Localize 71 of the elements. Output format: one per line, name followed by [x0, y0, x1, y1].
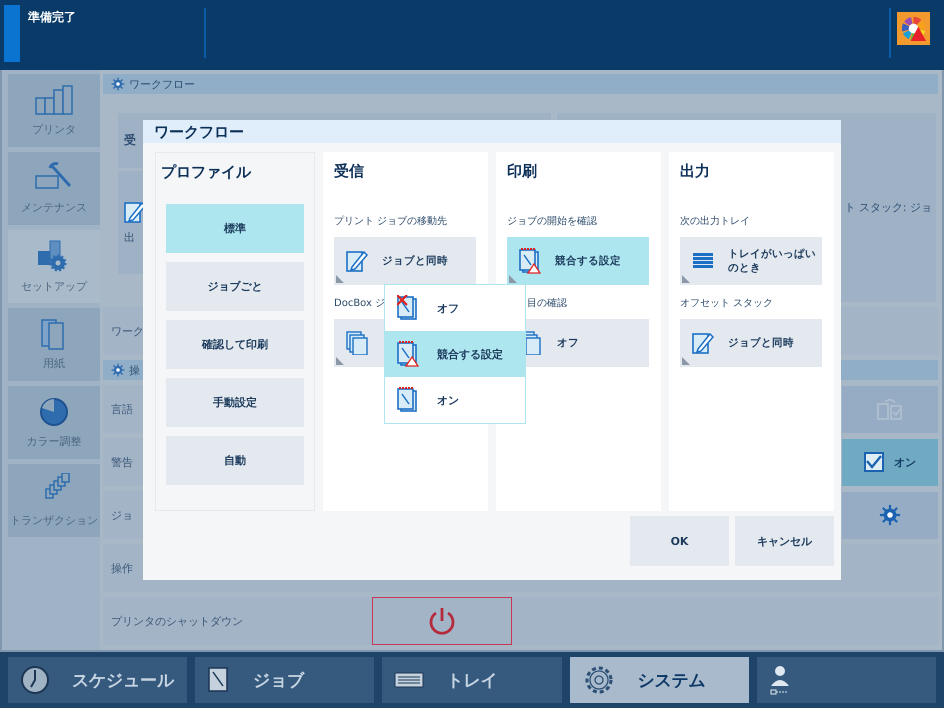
tile-label: ト スタック: ジョ [844, 200, 932, 215]
tile-title: 受 [124, 132, 136, 149]
row-label: 警告 [111, 454, 133, 470]
nav-tab[interactable]: トレイ [382, 657, 562, 703]
control-tile[interactable] [842, 386, 938, 432]
profile-button[interactable]: 自動 [166, 436, 304, 485]
setting-label: 次の出力トレイ [680, 214, 750, 229]
workflow-icon [111, 77, 125, 91]
setting-button[interactable]: ジョブと同時 [334, 237, 476, 285]
panel-heading: プロファイル [161, 162, 252, 183]
profile-button[interactable]: 手動設定 [166, 378, 304, 427]
corner-triangle-icon [509, 275, 517, 283]
nav-tab[interactable]: ジョブ [195, 657, 374, 703]
copy-check-icon [877, 397, 903, 421]
pencil-document-icon [692, 331, 714, 355]
power-icon [427, 606, 457, 636]
setting-button[interactable]: 競合する設定 [507, 237, 649, 285]
checkbox-toggle[interactable]: オン [842, 438, 938, 486]
menu-item[interactable]: 競合する設定 [385, 331, 525, 377]
tray-icon [692, 251, 714, 271]
user-key-icon [768, 664, 791, 696]
row-label: ジョ [111, 508, 133, 522]
setting-button[interactable]: ジョブと同時 [680, 319, 822, 367]
settings-button[interactable] [842, 492, 938, 538]
power-button[interactable] [372, 597, 512, 645]
profile-button[interactable]: 確認して印刷 [166, 320, 304, 369]
checkbox[interactable] [864, 452, 884, 472]
profile-button[interactable]: ジョブごと [166, 262, 304, 311]
dialog-button[interactable]: キャンセル [735, 516, 834, 566]
setting-label: 目の確認 [527, 296, 567, 311]
section-title: 操 [129, 362, 140, 378]
settings-icon [879, 504, 901, 526]
row-label: ワーク [111, 324, 144, 338]
crossed-document-icon [397, 295, 419, 321]
tile-label: 出 [124, 230, 135, 245]
dialog-title: ワークフロー [143, 120, 841, 143]
building-blocks-icon [34, 84, 74, 116]
setting-button[interactable]: トレイがいっぱいのとき [680, 237, 822, 285]
panel-heading: 受信 [334, 161, 365, 182]
status-text: 準備完了 [28, 9, 77, 26]
operation-icon [111, 363, 125, 377]
checkmark-icon [866, 455, 882, 469]
corner-triangle-icon [682, 275, 690, 283]
document-warning-icon [397, 341, 419, 367]
section-title: ワークフロー [129, 76, 195, 92]
document-icon [397, 387, 419, 413]
checkbox-label: オン [894, 454, 916, 470]
row-label: 言語 [111, 402, 133, 416]
color-wheel-warning-icon [900, 15, 927, 42]
setting-label: オフセット スタック [680, 297, 774, 311]
setting-label: DocBox ジ [334, 297, 386, 311]
alert-button[interactable] [897, 12, 930, 45]
panel-heading: 印刷 [507, 161, 538, 182]
document-stack-icon [346, 331, 370, 355]
dialog-button[interactable]: OK [630, 516, 729, 566]
nav-tab[interactable]: スケジュール [8, 657, 188, 703]
corner-triangle-icon [682, 357, 690, 365]
setting-label: ジョブの開始を確認 [507, 214, 597, 229]
nav-tab[interactable] [756, 657, 936, 703]
setting-label: プリント ジョブの移動先 [334, 214, 448, 229]
clock-icon [20, 665, 50, 695]
corner-triangle-icon [336, 357, 344, 365]
row-label: プリンタのシャットダウン [111, 614, 244, 628]
profile-button[interactable]: 標準 [166, 204, 304, 253]
panel-heading: 出力 [680, 161, 711, 182]
row-label: 操作 [111, 560, 133, 576]
tray-icon [394, 672, 424, 688]
nav-tab[interactable]: システム [570, 657, 749, 703]
corner-triangle-icon [336, 275, 344, 283]
document-warning-icon [519, 248, 541, 274]
pencil-document-icon [346, 249, 368, 273]
